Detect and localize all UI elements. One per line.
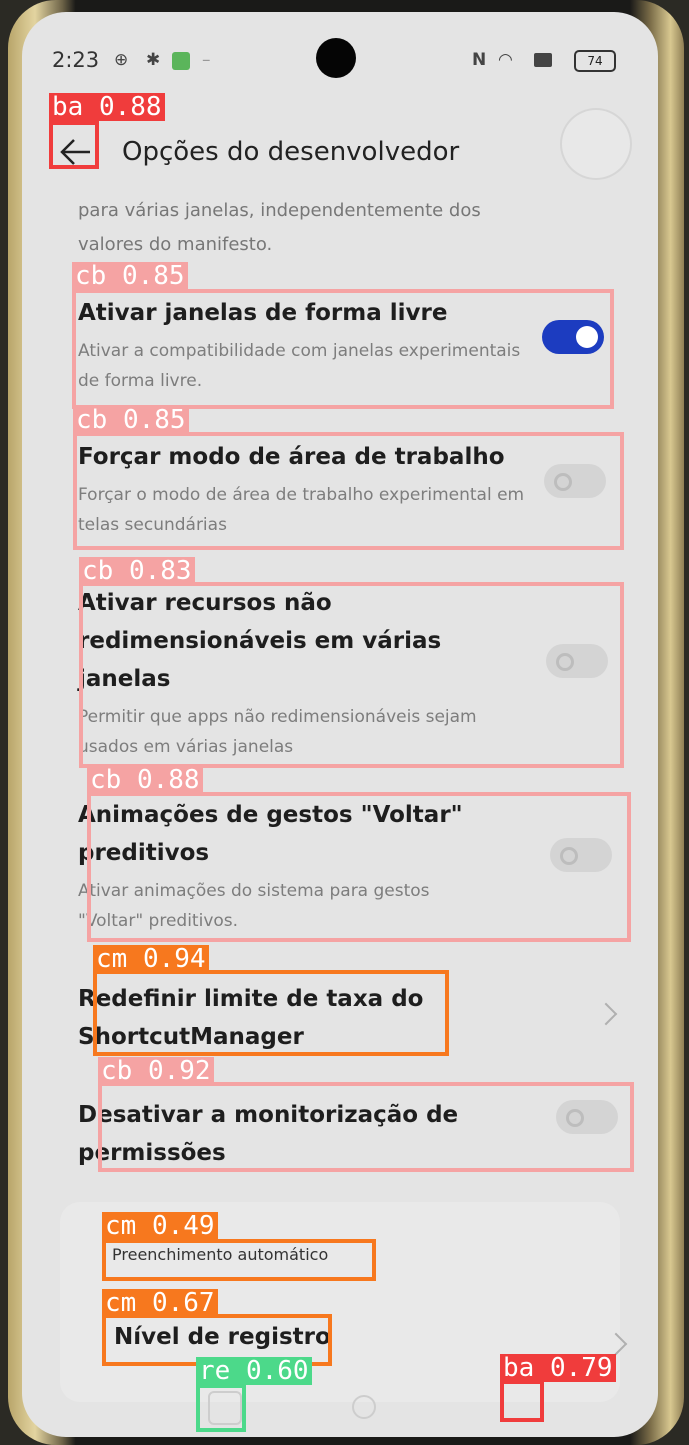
more-notifications-icon: –: [202, 50, 211, 70]
wifi-icon: ◠: [498, 50, 513, 70]
detection-label: re 0.60: [196, 1357, 312, 1385]
setting-description-continued: para várias janelas, independentemente d…: [78, 200, 481, 255]
floating-app-button[interactable]: [562, 110, 630, 178]
detection-label: ba 0.88: [49, 93, 165, 121]
home-button[interactable]: [352, 1395, 376, 1419]
vpn-icon: ⊕: [114, 50, 129, 70]
detection-box: [93, 970, 449, 1056]
detection-box: [98, 1082, 634, 1172]
status-time: 2:23: [52, 48, 100, 72]
detection-label: cb 0.83: [79, 557, 195, 585]
front-camera: [316, 38, 356, 78]
nfc-icon: N: [472, 50, 487, 70]
detection-box: [196, 1384, 246, 1432]
detection-box: [79, 582, 624, 768]
detection-label: cm 0.94: [93, 945, 209, 973]
navigation-bar: [22, 1377, 658, 1437]
detection-box: [72, 289, 614, 409]
status-bar: 2:23 ⊕ ✱ – N ◠ 74: [22, 12, 658, 92]
detection-box: [102, 1239, 376, 1281]
detection-label: cb 0.88: [87, 766, 203, 794]
chevron-right-icon: [594, 1002, 618, 1026]
detection-label: cb 0.92: [98, 1057, 214, 1085]
app-notification-icon: [172, 52, 190, 70]
detection-label: cm 0.49: [102, 1212, 218, 1240]
detection-box: [500, 1380, 544, 1422]
bug-icon: ✱: [146, 50, 161, 70]
detection-label: cb 0.85: [73, 406, 189, 434]
detection-box: [87, 792, 631, 942]
detection-label: cm 0.67: [102, 1289, 218, 1317]
page-title: Opções do desenvolvedor: [122, 137, 460, 167]
sim-off-icon: [534, 53, 552, 67]
detection-box: [49, 121, 99, 169]
detection-label: cb 0.85: [72, 262, 188, 290]
detection-label: ba 0.79: [500, 1354, 616, 1382]
detection-box: [73, 432, 624, 550]
battery-icon: 74: [574, 50, 616, 72]
